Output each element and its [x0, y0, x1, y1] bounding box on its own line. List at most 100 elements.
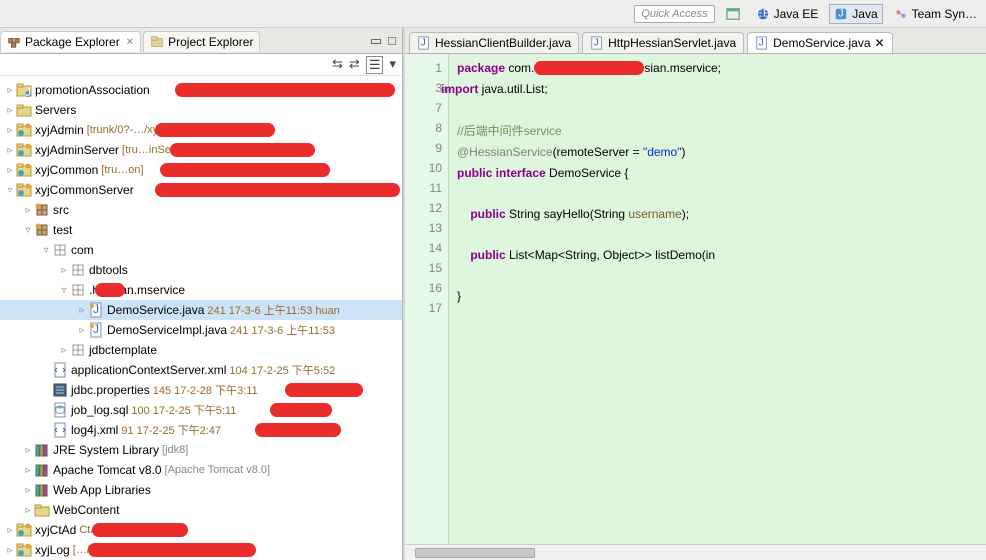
- view-menu-icon[interactable]: ▾: [389, 56, 396, 74]
- twist-icon[interactable]: ▹: [22, 465, 34, 476]
- tree-icon: [34, 442, 50, 458]
- tree-label: JRE System Library: [53, 443, 159, 457]
- redaction: [255, 423, 341, 437]
- maximize-icon[interactable]: □: [388, 33, 396, 49]
- tree-item[interactable]: ▹xyjAdminServer[tru…inServer]: [0, 140, 402, 160]
- tree-item[interactable]: ▿ test: [0, 220, 402, 240]
- twist-icon[interactable]: ▹: [76, 325, 88, 336]
- twist-icon[interactable]: ▹: [76, 305, 88, 316]
- tree-item[interactable]: ▿xyjCommonServer: [0, 180, 402, 200]
- tree-decoration: [Apache Tomcat v8.0]: [165, 464, 271, 476]
- java-file-icon: J: [590, 36, 604, 50]
- twist-icon[interactable]: ▿: [22, 225, 34, 236]
- tree-item[interactable]: ▹jdbctemplate: [0, 340, 402, 360]
- tree-item[interactable]: ▹xyjCtAdCtAd/xyjCtAd]: [0, 520, 402, 540]
- persp-javaee[interactable]: EE Java EE: [751, 4, 824, 24]
- tree-icon: [52, 422, 68, 438]
- tree-item[interactable]: applicationContextServer.xml104 17-2-25 …: [0, 360, 402, 380]
- twist-icon[interactable]: ▿: [4, 185, 16, 196]
- tree-icon: J: [16, 82, 32, 98]
- tree-item[interactable]: ▹Servers: [0, 100, 402, 120]
- persp-javaee-label: Java EE: [774, 7, 819, 21]
- tree-decoration: 241 17-3-6 上午11:53: [230, 322, 335, 338]
- twist-icon[interactable]: ▹: [4, 525, 16, 536]
- horizontal-scrollbar[interactable]: [405, 544, 986, 560]
- editor-tabbar: J HessianClientBuilder.java J HttpHessia…: [405, 28, 986, 54]
- tree-item[interactable]: ▹ dbtools: [0, 260, 402, 280]
- twist-icon[interactable]: ▹: [4, 125, 16, 136]
- editor-tab-1[interactable]: J HessianClientBuilder.java: [409, 32, 579, 53]
- twist-icon[interactable]: ▿: [40, 245, 52, 256]
- show-perspective-icon[interactable]: [721, 4, 745, 24]
- tree-decoration: 104 17-2-25 下午5:52: [229, 362, 335, 378]
- tree-item[interactable]: ▿.hessian.mservice: [0, 280, 402, 300]
- persp-teamsync[interactable]: Team Syn…: [889, 4, 982, 24]
- tree-item[interactable]: ▹WebContent: [0, 500, 402, 520]
- tree-label: com: [71, 243, 94, 257]
- tree-item[interactable]: ▹Apache Tomcat v8.0[Apache Tomcat v8.0]: [0, 460, 402, 480]
- tree-item[interactable]: ▹Web App Libraries: [0, 480, 402, 500]
- twist-icon[interactable]: ▹: [22, 505, 34, 516]
- tab-package-explorer[interactable]: Package Explorer ✕: [0, 31, 141, 52]
- twist-icon[interactable]: ▹: [4, 145, 16, 156]
- tree-item[interactable]: log4j.xml91 17-2-25 下午2:47: [0, 420, 402, 440]
- collapse-all-icon[interactable]: ⇆: [332, 56, 343, 74]
- redaction: [270, 403, 332, 417]
- tree-item[interactable]: ▹JDemoService.java241 17-3-6 上午11:53 hua…: [0, 300, 402, 320]
- link-editor-icon[interactable]: ⇄: [349, 56, 360, 74]
- twist-icon[interactable]: ▹: [58, 345, 70, 356]
- tree-item[interactable]: ▹xyjLog[…/01-common/01-src/…Log]: [0, 540, 402, 560]
- tree-item[interactable]: ▹JDemoServiceImpl.java241 17-3-6 上午11:53: [0, 320, 402, 340]
- tree-item[interactable]: jdbc.properties145 17-2-28 下午3:11: [0, 380, 402, 400]
- editor-tab-2[interactable]: J HttpHessianServlet.java: [582, 32, 744, 53]
- tree-icon: [16, 522, 32, 538]
- twist-icon[interactable]: ▹: [22, 205, 34, 216]
- tree-item[interactable]: ▿ com: [0, 240, 402, 260]
- tree-item[interactable]: ▹xyjCommon[tru…on]: [0, 160, 402, 180]
- svg-text:J: J: [594, 37, 599, 49]
- tree-item[interactable]: job_log.sql100 17-2-25 下午5:11: [0, 400, 402, 420]
- perspective-bar: Quick Access EE Java EE J Java Team Syn…: [0, 0, 986, 28]
- tree-item[interactable]: ▹src: [0, 200, 402, 220]
- tree-icon: [34, 502, 50, 518]
- twist-icon[interactable]: ▹: [4, 105, 16, 116]
- tree-item[interactable]: ▹xyjAdmin[trunk/0?-…/xyjAdmin]: [0, 120, 402, 140]
- tree-item[interactable]: ▹JRE System Library[jdk8]: [0, 440, 402, 460]
- twist-icon[interactable]: ▹: [4, 545, 16, 556]
- teamsync-icon: [894, 7, 908, 21]
- code-area[interactable]: package com.sian.mservice; ⊕import java.…: [449, 54, 986, 544]
- persp-java[interactable]: J Java: [829, 4, 882, 24]
- close-icon[interactable]: ✕: [875, 36, 885, 50]
- scrollbar-thumb[interactable]: [415, 548, 535, 558]
- line-gutter: 137891011121314151617: [405, 54, 449, 544]
- twist-icon[interactable]: ▿: [58, 285, 70, 296]
- tree-label: dbtools: [89, 263, 128, 277]
- close-icon[interactable]: ✕: [126, 37, 134, 48]
- code-editor[interactable]: 137891011121314151617 package com.sian.m…: [405, 54, 986, 544]
- twist-icon[interactable]: ▹: [58, 265, 70, 276]
- tree-icon: [70, 282, 86, 298]
- tree-label: test: [53, 223, 72, 237]
- focus-icon[interactable]: ☰: [366, 56, 384, 74]
- twist-icon[interactable]: ▹: [22, 485, 34, 496]
- quick-access[interactable]: Quick Access: [634, 5, 714, 23]
- tree-item[interactable]: ▹JpromotionAssociation: [0, 80, 402, 100]
- twist-icon[interactable]: ▹: [22, 445, 34, 456]
- persp-java-label: Java: [852, 7, 877, 21]
- tree-icon: [16, 162, 32, 178]
- package-tree[interactable]: ▹JpromotionAssociation▹Servers▹xyjAdmin[…: [0, 76, 402, 560]
- minimize-icon[interactable]: ▭: [370, 33, 382, 49]
- editor-tab-3[interactable]: J DemoService.java ✕: [747, 32, 892, 53]
- tab-package-explorer-label: Package Explorer: [25, 35, 120, 49]
- editor-panel: J HessianClientBuilder.java J HttpHessia…: [403, 28, 986, 560]
- tree-label: xyjAdminServer: [35, 143, 119, 157]
- svg-text:J: J: [93, 322, 99, 336]
- svg-text:J: J: [759, 37, 764, 49]
- tab-project-explorer[interactable]: Project Explorer: [143, 31, 260, 52]
- twist-icon[interactable]: ▹: [4, 165, 16, 176]
- tree-icon: [52, 242, 68, 258]
- twist-icon[interactable]: ▹: [4, 85, 16, 96]
- java-file-icon: J: [755, 36, 769, 50]
- redaction: [170, 143, 315, 157]
- left-panel: Package Explorer ✕ Project Explorer ▭ □ …: [0, 28, 403, 560]
